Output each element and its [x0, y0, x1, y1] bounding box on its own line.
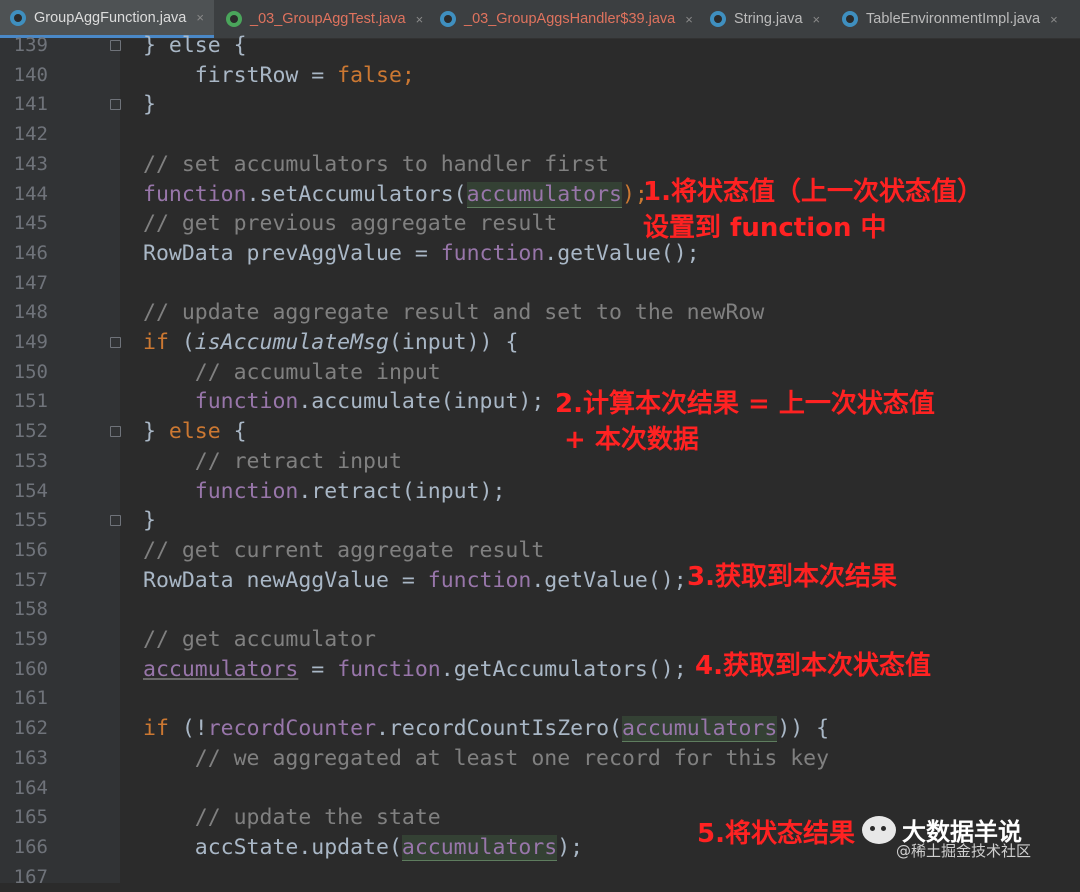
code-text: function.retract(input);	[194, 478, 506, 504]
code-line: 142	[0, 120, 1080, 150]
line-number: 141	[13, 93, 48, 116]
java-class-icon	[710, 11, 726, 27]
code-line: 150 // accumulate input	[0, 358, 1080, 388]
line-number: 157	[13, 568, 48, 591]
line-number: 143	[13, 152, 48, 175]
code-text: }	[143, 92, 156, 118]
close-icon[interactable]: ×	[1050, 12, 1058, 27]
code-line: 147	[0, 269, 1080, 299]
line-number: 147	[13, 271, 48, 294]
fold-marker-icon[interactable]	[110, 426, 121, 438]
close-icon[interactable]: ×	[416, 12, 424, 27]
java-class-icon	[10, 9, 26, 26]
code-comment: // get accumulator	[143, 627, 376, 652]
code-comment: // update aggregate result and set to th…	[143, 300, 765, 326]
annotation-step-1: 1.将状态值（上一次状态值） 设置到 function 中	[643, 177, 983, 243]
code-line: 167	[0, 863, 1080, 892]
code-line: 149 if (isAccumulateMsg(input)) {	[0, 328, 1080, 358]
line-number: 149	[13, 331, 48, 353]
line-number: 162	[13, 717, 48, 740]
code-comment: // set accumulators to handler first	[143, 151, 609, 177]
line-number: 151	[13, 390, 48, 413]
fold-marker-icon[interactable]	[110, 337, 121, 348]
close-icon[interactable]: ×	[813, 12, 821, 27]
tab-label: TableEnvironmentImpl.java	[866, 11, 1041, 27]
code-line: 157 RowData newAggValue = function.getVa…	[0, 566, 1080, 596]
code-text: } else {	[143, 33, 247, 58]
line-number: 150	[13, 360, 48, 383]
code-line: 164	[0, 774, 1080, 804]
annotation-step-3: 3.获取到本次结果	[687, 562, 897, 592]
line-number: 155	[13, 509, 48, 532]
fold-marker-icon[interactable]	[110, 515, 121, 527]
code-line: 154 function.retract(input);	[0, 477, 1080, 507]
code-line: 156 // get current aggregate result	[0, 536, 1080, 566]
annotation-step-2: 2.计算本次结果 = 上一次状态值 + 本次数据	[555, 389, 935, 455]
code-line: 141 }	[0, 90, 1080, 120]
line-number: 139	[13, 34, 48, 56]
code-line: 163 // we aggregated at least one record…	[0, 744, 1080, 774]
close-icon[interactable]: ×	[685, 12, 693, 27]
watermark-sub: @稀土掘金技术社区	[896, 842, 1032, 860]
line-number: 142	[13, 123, 48, 146]
line-number: 163	[13, 746, 48, 769]
tab-label: String.java	[734, 11, 803, 27]
code-line: 139 } else {	[0, 31, 1080, 61]
code-line: 162 if (!recordCounter.recordCountIsZero…	[0, 714, 1080, 744]
code-text: function.accumulate(input);	[194, 389, 545, 415]
fold-marker-icon[interactable]	[110, 40, 121, 51]
code-text: } else {	[143, 419, 247, 445]
code-line: 148 // update aggregate result and set t…	[0, 298, 1080, 328]
code-text: if (!recordCounter.recordCountIsZero(acc…	[143, 716, 830, 743]
code-text: accState.update(accumulators);	[143, 834, 584, 861]
annotation-step-5: 5.将状态结果	[697, 819, 855, 849]
line-number: 146	[13, 241, 48, 264]
code-comment: // accumulate input	[143, 359, 441, 385]
line-number: 164	[13, 776, 48, 799]
line-number: 166	[13, 835, 48, 858]
line-number: 144	[13, 182, 48, 205]
tab-label: _03_GroupAggTest.java	[250, 11, 406, 27]
close-icon[interactable]: ×	[196, 10, 204, 25]
code-text: accumulators = function.getAccumulators(…	[143, 656, 687, 682]
annotation-step-4: 4.获取到本次状态值	[695, 651, 931, 681]
fold-marker-icon[interactable]	[110, 99, 121, 111]
code-text: function.setAccumulators(accumulators);	[143, 181, 648, 208]
line-number: 154	[13, 479, 48, 502]
code-line: 155 }	[0, 506, 1080, 536]
line-number: 165	[13, 806, 48, 829]
java-class-icon	[440, 11, 456, 27]
line-number: 159	[13, 628, 48, 650]
code-text: RowData prevAggValue = function.getValue…	[143, 240, 700, 266]
line-number: 152	[13, 420, 48, 443]
java-class-icon	[842, 11, 858, 27]
code-text: RowData newAggValue = function.getValue(…	[143, 567, 687, 593]
code-line: 140 firstRow = false;	[0, 61, 1080, 91]
tab-label: GroupAggFunction.java	[34, 9, 187, 26]
java-test-icon	[226, 11, 242, 27]
code-line: 158	[0, 595, 1080, 625]
code-comment: // retract input	[143, 448, 402, 474]
tab-label: _03_GroupAggsHandler$39.java	[464, 11, 676, 27]
code-text: firstRow = false;	[143, 62, 415, 88]
wechat-icon	[862, 815, 896, 844]
code-comment: // get current aggregate result	[143, 537, 545, 563]
code-comment: // update the state	[143, 805, 441, 831]
line-number: 153	[13, 449, 48, 472]
line-number: 167	[13, 865, 48, 888]
code-text: if (isAccumulateMsg(input)) {	[143, 330, 519, 355]
line-number: 158	[13, 598, 48, 621]
line-number: 156	[13, 538, 48, 561]
line-number: 145	[13, 212, 48, 235]
line-number: 140	[13, 63, 48, 86]
line-number: 160	[13, 657, 48, 680]
code-line: 161	[0, 684, 1080, 714]
code-comment: // we aggregated at least one record for…	[143, 745, 830, 771]
code-text: }	[143, 508, 156, 534]
line-number: 161	[13, 687, 48, 710]
line-number: 148	[13, 301, 48, 324]
code-comment: // get previous aggregate result	[143, 211, 558, 237]
